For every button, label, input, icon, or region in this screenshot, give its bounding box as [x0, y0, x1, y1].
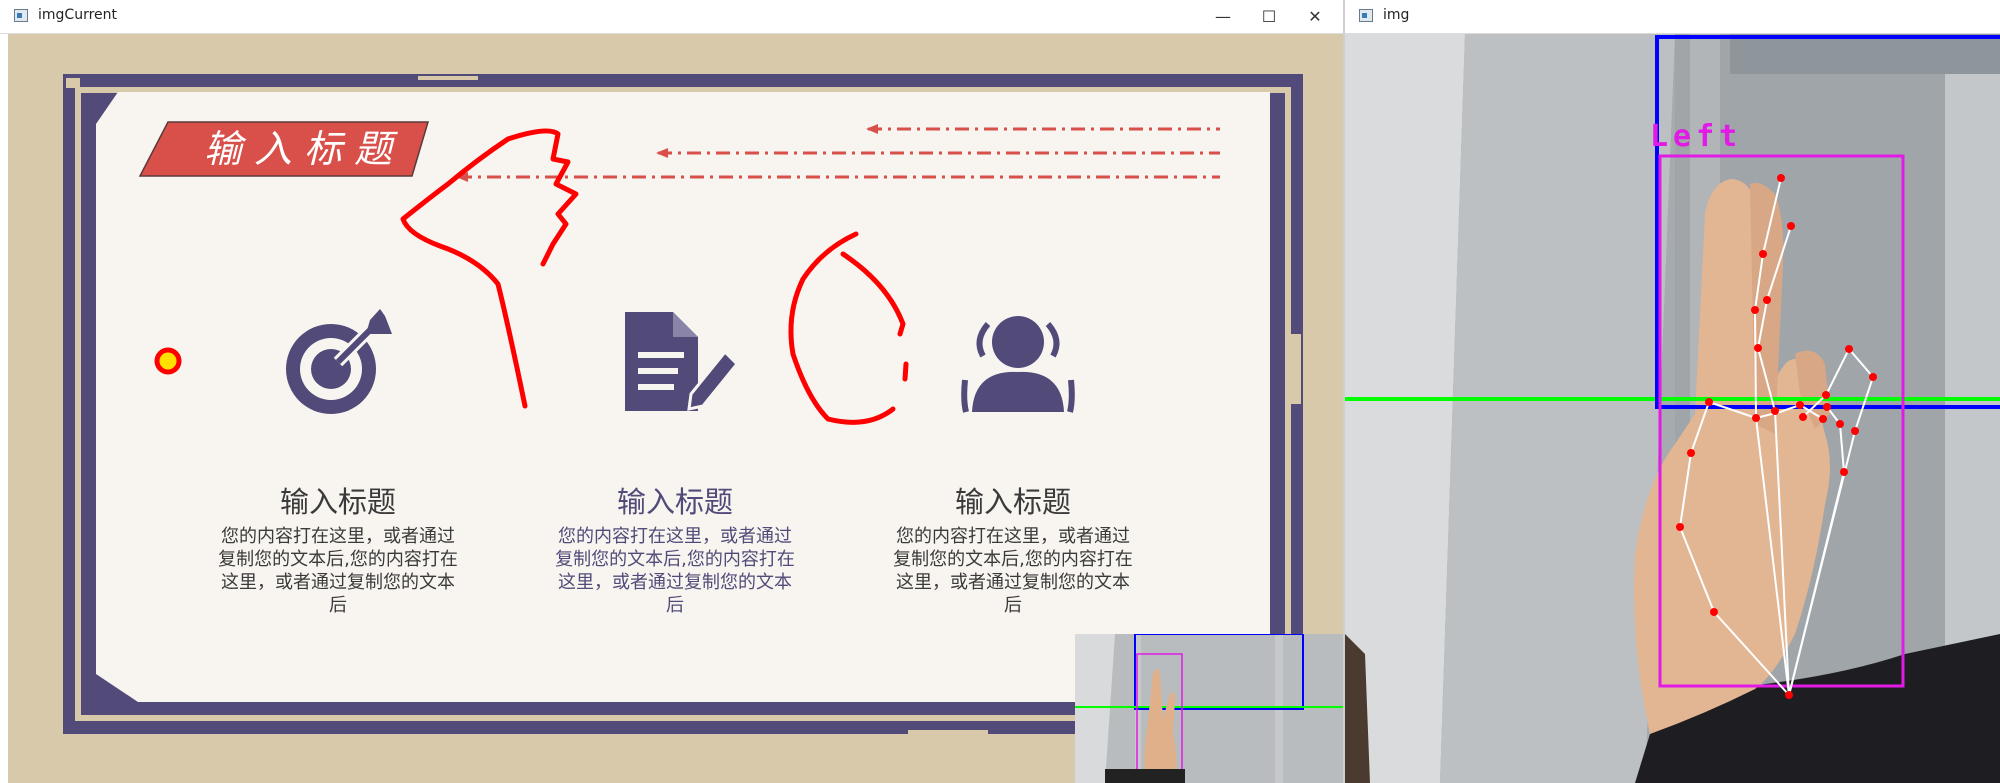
app-icon — [14, 9, 28, 22]
img-window: img Left — [1345, 0, 2000, 783]
image-canvas[interactable]: 输 入 标 题 输入标题 您的内容打在这里，或者通过复制您的文本后,您的内容打在… — [8, 34, 1343, 783]
maximize-button[interactable]: ☐ — [1246, 0, 1292, 33]
title-bar[interactable]: img — [1345, 0, 2000, 34]
img-current-window: imgCurrent — ☐ ✕ 输 入 标 题 输入标题 您的内容打在这里，或… — [0, 0, 1343, 783]
camera-feed[interactable]: Left — [1345, 34, 2000, 783]
minimize-button[interactable]: — — [1200, 0, 1246, 33]
hand-label: Left — [1650, 119, 1743, 154]
pointer-cursor — [154, 347, 182, 375]
app-icon — [1359, 9, 1373, 22]
window-title: imgCurrent — [38, 7, 117, 23]
title-bar[interactable]: imgCurrent — ☐ ✕ — [0, 0, 1343, 34]
close-button[interactable]: ✕ — [1292, 0, 1338, 33]
camera-preview-inset — [1075, 634, 1343, 783]
window-title: img — [1383, 7, 1410, 23]
